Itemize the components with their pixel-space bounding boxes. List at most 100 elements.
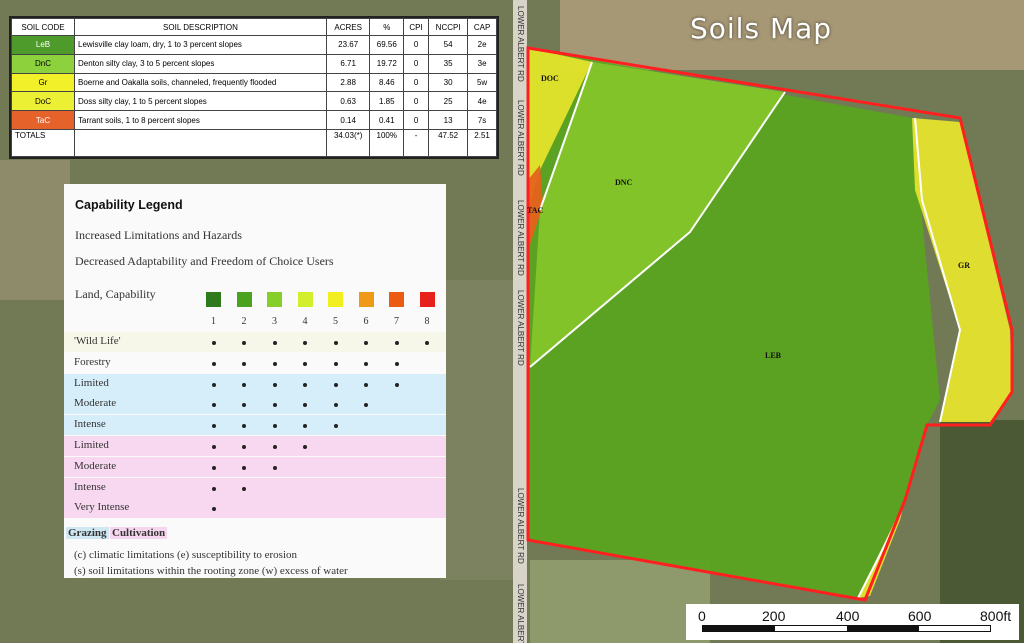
soil-percent: 69.56 <box>369 35 405 55</box>
capability-class-number: 6 <box>363 316 369 327</box>
capability-dot <box>242 445 246 449</box>
soil-description: Doss silty clay, 1 to 5 percent slopes <box>74 91 327 112</box>
header-cpi: CPI <box>403 18 430 36</box>
totals-cap: 2.51 <box>467 129 497 157</box>
soil-cap: 3e <box>467 53 497 74</box>
capability-row-label: Limited <box>74 439 109 451</box>
field-bottom-left <box>440 280 515 580</box>
road-label: LOWER ALBERT RD <box>516 584 525 643</box>
soil-nccpi: 54 <box>428 35 469 55</box>
capability-swatch <box>267 292 282 307</box>
grazing-label: Grazing <box>66 527 109 539</box>
soil-acres: 6.71 <box>325 53 371 74</box>
capability-dot <box>303 341 307 345</box>
parcel-label-doc: DOC <box>541 74 559 83</box>
header-percent: % <box>369 18 405 36</box>
capability-swatch <box>419 292 435 307</box>
capability-swatch <box>389 292 404 307</box>
soil-row: DoC Doss silty clay, 1 to 5 percent slope… <box>11 91 497 112</box>
capability-class-number: 3 <box>272 316 277 327</box>
soil-description: Lewisville clay loam, dry, 1 to 3 percen… <box>74 35 327 55</box>
capability-row-label: Moderate <box>74 459 117 472</box>
soil-row: Gr Boerne and Oakalla soils, channeled, f… <box>11 72 497 93</box>
capability-dot <box>211 403 216 408</box>
legend-land-capability: Land, Capability <box>75 287 156 301</box>
capability-dot <box>211 486 216 491</box>
capability-dot <box>303 424 307 429</box>
soil-nccpi: 25 <box>428 91 469 112</box>
soil-acres: 0.63 <box>325 91 371 112</box>
header-cap: CAP <box>467 18 497 36</box>
capability-row: 'Wild Life' <box>64 332 446 352</box>
capability-dot <box>394 361 399 366</box>
totals-label: TOTALS <box>11 129 75 157</box>
capability-dot <box>333 361 338 366</box>
legend-line-adaptability: Decreased Adaptability and Freedom of Ch… <box>75 254 334 268</box>
soil-row: TaC Tarrant soils, 1 to 8 percent slopes 0… <box>11 110 497 130</box>
scale-label: 600 <box>908 608 932 624</box>
capability-dot <box>211 445 216 449</box>
capability-row: Limited <box>64 436 446 456</box>
scale-bar: 0 200 400 600 800ft <box>686 604 1019 640</box>
scale-bar-graphic <box>702 625 991 632</box>
map-title: Soils Map <box>690 12 833 45</box>
capability-dot <box>272 465 277 470</box>
capability-row-label: Intense <box>74 418 106 431</box>
soil-percent: 19.72 <box>369 53 405 74</box>
legend-note-soil: (s) soil limitations within the rooting … <box>74 565 348 577</box>
totals-cpi: - <box>403 129 430 157</box>
capability-dot <box>394 341 399 345</box>
road-label: LOWER ALBERT RD <box>516 488 525 564</box>
soil-row: LeB Lewisville clay loam, dry, 1 to 3 per… <box>11 35 497 55</box>
legend-note-climatic: (c) climatic limitations (e) susceptibil… <box>74 549 298 561</box>
capability-row-label: Limited <box>74 376 109 389</box>
capability-dot <box>211 341 216 345</box>
capability-dot <box>242 465 246 470</box>
capability-row: Forestry <box>64 352 446 373</box>
soil-nccpi: 13 <box>428 110 469 130</box>
capability-class-number: 4 <box>302 316 308 327</box>
soil-cpi: 0 <box>403 110 430 130</box>
capability-row-label: Very Intense <box>74 501 130 514</box>
totals-nccpi: 47.52 <box>428 129 469 157</box>
capability-dot <box>272 382 277 387</box>
soil-cpi: 0 <box>403 35 430 55</box>
soil-description: Tarrant soils, 1 to 8 percent slopes <box>74 110 327 130</box>
capability-dot <box>272 361 277 366</box>
field-bottom <box>530 560 710 643</box>
header-soil-code: SOIL CODE <box>11 18 75 36</box>
capability-row-label: Moderate <box>74 397 117 410</box>
capability-dot <box>364 403 368 408</box>
capability-legend: Capability Legend Increased Limitations … <box>64 184 446 578</box>
capability-row-label: Intense <box>74 480 106 493</box>
soil-nccpi: 35 <box>428 53 469 74</box>
capability-dot <box>242 361 246 366</box>
soil-cap: 5w <box>467 72 497 93</box>
totals-acres: 34.03(*) <box>325 129 371 157</box>
capability-swatch <box>328 292 343 307</box>
soil-percent: 8.46 <box>369 72 405 93</box>
soil-nccpi: 30 <box>428 72 469 93</box>
legend-title: Capability Legend <box>75 198 183 212</box>
capability-dot <box>333 424 338 429</box>
soil-acres: 0.14 <box>325 110 371 130</box>
soil-code: LeB <box>11 35 75 55</box>
capability-dot <box>364 341 368 345</box>
capability-dot <box>272 424 277 429</box>
capability-dot <box>425 341 429 345</box>
capability-dot <box>333 382 338 387</box>
parcel-label-leb: LEB <box>765 351 782 360</box>
capability-row: Intense <box>64 477 446 498</box>
capability-class-number: 2 <box>241 316 247 327</box>
capability-dot <box>242 486 246 491</box>
soil-code: Gr <box>11 72 75 93</box>
soil-table-grid: SOIL CODE SOIL DESCRIPTION ACRES % CPI N… <box>11 18 497 157</box>
road-labels: LOWER ALBERT RD LOWER ALBERT RD LOWER AL… <box>516 6 525 643</box>
capability-dot <box>303 382 307 387</box>
capability-row-label: 'Wild Life' <box>74 335 121 347</box>
soil-description: Denton silty clay, 3 to 5 percent slopes <box>74 53 327 74</box>
totals-description <box>74 129 327 157</box>
capability-class-number: 7 <box>394 316 399 327</box>
scale-label: 800ft <box>980 608 1012 624</box>
field-top-left <box>0 160 70 300</box>
